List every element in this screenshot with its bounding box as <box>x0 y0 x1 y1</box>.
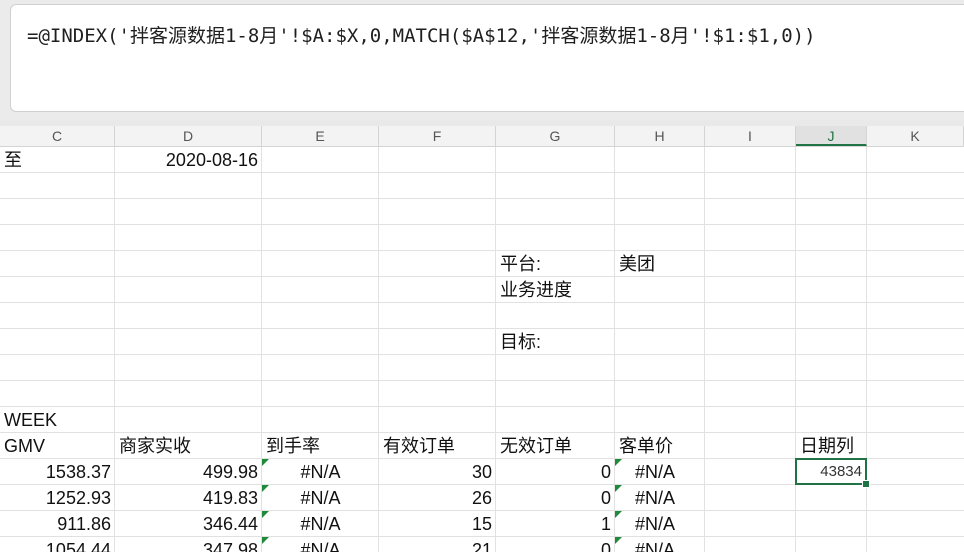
table-cell-take-rate[interactable]: #N/A <box>262 485 379 511</box>
formula-bar[interactable]: =@INDEX('拌客源数据1-8月'!$A:$X,0,MATCH($A$12,… <box>10 4 964 112</box>
cell-g-target-label[interactable]: 目标: <box>496 329 615 355</box>
cell-h-platform-value[interactable]: 美团 <box>615 251 705 277</box>
fill-handle[interactable] <box>862 480 870 488</box>
table-cell-gmv[interactable]: 1054.44 <box>0 537 115 552</box>
gridline <box>0 276 964 277</box>
gridline <box>704 147 705 552</box>
gridline <box>0 380 964 381</box>
gridline <box>0 354 964 355</box>
column-header-h[interactable]: H <box>615 126 705 146</box>
table-cell-take-rate[interactable]: #N/A <box>262 511 379 537</box>
column-header-g[interactable]: G <box>496 126 615 146</box>
table-cell-invalid-orders[interactable]: 0 <box>496 459 615 485</box>
header-take-rate[interactable]: 到手率 <box>262 433 379 459</box>
table-cell-merchant-income[interactable]: 499.98 <box>115 459 262 485</box>
gridline <box>0 302 964 303</box>
column-header-k[interactable]: K <box>867 126 964 146</box>
spreadsheet-grid[interactable]: 至 2020-08-16 平台: 美团 业务进度 目标: WEEK GMV 商家… <box>0 147 964 552</box>
cell-g-platform-label[interactable]: 平台: <box>496 251 615 277</box>
header-merchant-income[interactable]: 商家实收 <box>115 433 262 459</box>
table-cell-merchant-income[interactable]: 419.83 <box>115 485 262 511</box>
table-cell-take-rate[interactable]: #N/A <box>262 537 379 552</box>
column-header-f[interactable]: F <box>379 126 496 146</box>
header-valid-orders[interactable]: 有效订单 <box>379 433 496 459</box>
header-date-column[interactable]: 日期列 <box>796 433 867 459</box>
table-cell-avg-order-value[interactable]: #N/A <box>615 459 695 485</box>
column-header-j[interactable]: J <box>796 126 867 146</box>
table-cell-avg-order-value[interactable]: #N/A <box>615 511 695 537</box>
gridline <box>0 224 964 225</box>
cell-d-date[interactable]: 2020-08-16 <box>115 147 262 173</box>
cell-g-progress-label[interactable]: 业务进度 <box>496 277 615 303</box>
cell-c-zhi[interactable]: 至 <box>0 147 115 173</box>
formula-bar-area: =@INDEX('拌客源数据1-8月'!$A:$X,0,MATCH($A$12,… <box>0 0 964 120</box>
table-cell-invalid-orders[interactable]: 1 <box>496 511 615 537</box>
column-header-c[interactable]: C <box>0 126 115 146</box>
gridline <box>0 250 964 251</box>
table-cell-valid-orders[interactable]: 30 <box>379 459 496 485</box>
selected-cell-value: 43834 <box>820 463 862 480</box>
table-cell-gmv[interactable]: 1252.93 <box>0 485 115 511</box>
table-cell-invalid-orders[interactable]: 0 <box>496 485 615 511</box>
table-cell-valid-orders[interactable]: 21 <box>379 537 496 552</box>
gridline <box>795 147 796 552</box>
table-cell-avg-order-value[interactable]: #N/A <box>615 537 695 552</box>
gridline <box>0 328 964 329</box>
column-header-d[interactable]: D <box>115 126 262 146</box>
table-cell-merchant-income[interactable]: 347.98 <box>115 537 262 552</box>
column-headers: C D E F G H I J K <box>0 126 964 147</box>
gridline <box>0 198 964 199</box>
formula-text[interactable]: =@INDEX('拌客源数据1-8月'!$A:$X,0,MATCH($A$12,… <box>27 21 816 48</box>
table-cell-invalid-orders[interactable]: 0 <box>496 537 615 552</box>
column-header-e[interactable]: E <box>262 126 379 146</box>
cell-c-week[interactable]: WEEK <box>0 407 115 433</box>
table-cell-valid-orders[interactable]: 15 <box>379 511 496 537</box>
column-header-i[interactable]: I <box>705 126 796 146</box>
gridline <box>0 406 964 407</box>
header-avg-order-value[interactable]: 客单价 <box>615 433 705 459</box>
header-gmv[interactable]: GMV <box>0 433 115 459</box>
table-cell-take-rate[interactable]: #N/A <box>262 459 379 485</box>
table-cell-gmv[interactable]: 911.86 <box>0 511 115 537</box>
table-cell-valid-orders[interactable]: 26 <box>379 485 496 511</box>
selected-cell-j[interactable]: 43834 <box>795 458 867 485</box>
table-cell-merchant-income[interactable]: 346.44 <box>115 511 262 537</box>
table-cell-avg-order-value[interactable]: #N/A <box>615 485 695 511</box>
gridline <box>866 147 867 552</box>
table-cell-gmv[interactable]: 1538.37 <box>0 459 115 485</box>
header-invalid-orders[interactable]: 无效订单 <box>496 433 615 459</box>
